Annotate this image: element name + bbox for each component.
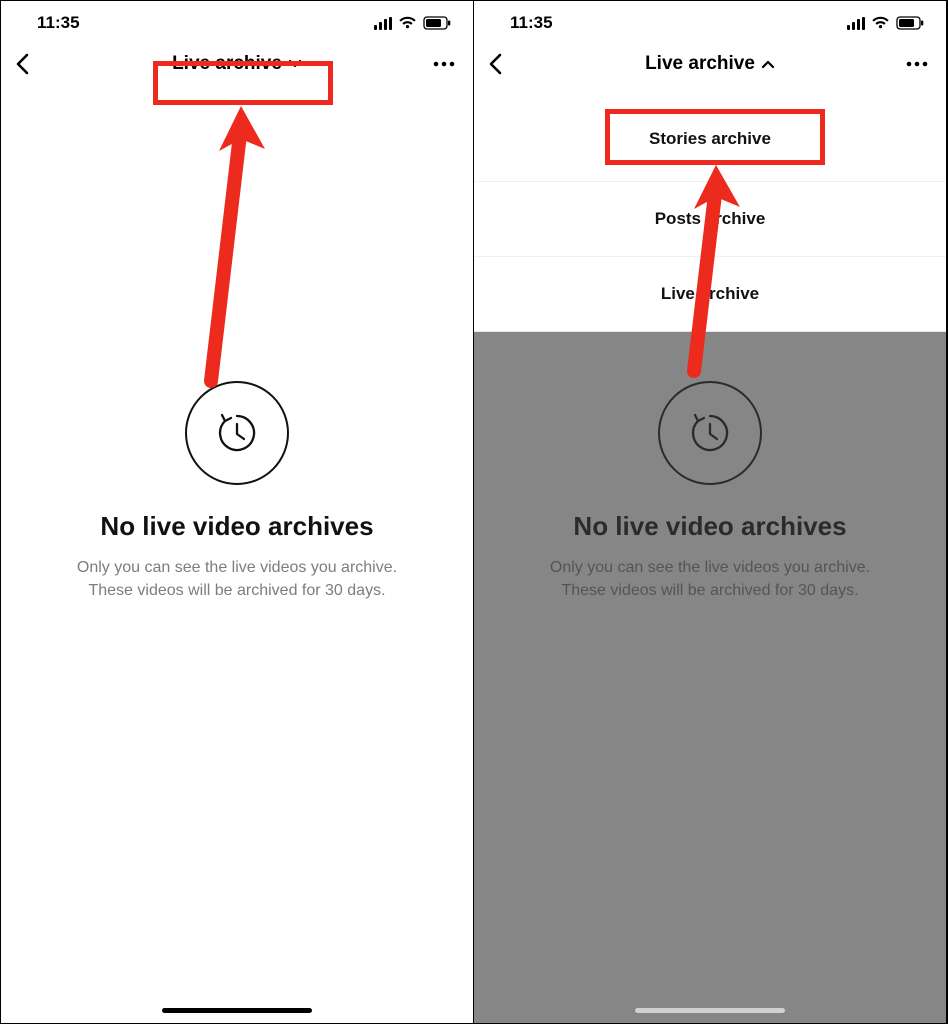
chevron-left-icon <box>488 53 502 75</box>
battery-icon <box>896 16 924 30</box>
history-clock-icon <box>212 408 262 458</box>
screenshot-right: 11:35 Live archive <box>474 1 947 1023</box>
status-right-cluster <box>847 16 924 30</box>
home-indicator[interactable] <box>635 1008 785 1013</box>
more-options-button[interactable] <box>429 61 459 67</box>
cellular-signal-icon <box>847 17 865 30</box>
archive-empty-icon <box>1 381 473 485</box>
nav-bar: Live archive <box>474 37 946 85</box>
dropdown-item-stories[interactable]: Stories archive <box>474 97 946 181</box>
nav-title: Live archive <box>645 53 755 75</box>
back-button[interactable] <box>488 53 518 75</box>
status-bar: 11:35 <box>474 1 946 37</box>
ellipsis-icon <box>433 61 455 67</box>
ellipsis-icon <box>906 61 928 67</box>
dropdown-item-posts[interactable]: Posts archive <box>474 181 946 256</box>
chevron-down-icon <box>288 59 302 69</box>
archive-type-selector[interactable]: Live archive <box>172 53 302 75</box>
home-indicator[interactable] <box>162 1008 312 1013</box>
nav-title: Live archive <box>172 53 282 75</box>
empty-subtext: Only you can see the live videos you arc… <box>1 556 473 602</box>
back-button[interactable] <box>15 53 45 75</box>
archive-type-dropdown: Stories archive Posts archive Live archi… <box>474 97 946 332</box>
empty-headline: No live video archives <box>1 511 473 542</box>
dropdown-item-live[interactable]: Live archive <box>474 256 946 331</box>
wifi-icon <box>871 16 890 30</box>
empty-state: No live video archives Only you can see … <box>1 1 473 1023</box>
screenshot-left: 11:35 Live archive <box>1 1 474 1023</box>
more-options-button[interactable] <box>902 61 932 67</box>
archive-type-selector[interactable]: Live archive <box>645 53 775 75</box>
nav-bar: Live archive <box>1 37 473 85</box>
modal-backdrop[interactable] <box>474 321 946 1023</box>
status-time: 11:35 <box>510 13 553 33</box>
chevron-left-icon <box>15 53 29 75</box>
chevron-up-icon <box>761 59 775 69</box>
